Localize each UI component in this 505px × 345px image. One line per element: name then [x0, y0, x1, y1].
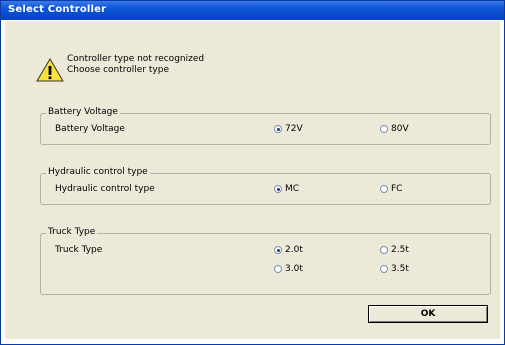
window-title: Select Controller — [8, 4, 107, 15]
dialog-client-area: Controller type not recognized Choose co… — [5, 21, 500, 339]
radio-label-3-5t: 3.5t — [391, 264, 409, 274]
radio-label-72v: 72V — [285, 124, 303, 134]
radio-dot — [380, 246, 388, 254]
radio-dot — [380, 125, 388, 133]
radio-mc[interactable]: MC — [274, 184, 299, 194]
battery-voltage-label: Battery Voltage — [55, 124, 125, 134]
hydraulic-control-label: Hydraulic control type — [55, 184, 155, 194]
group-title-battery-voltage: Battery Voltage — [46, 107, 120, 117]
hydraulic-control-group: Hydraulic control type Hydraulic control… — [40, 167, 491, 205]
radio-label-80v: 80V — [391, 124, 409, 134]
radio-dot — [274, 265, 282, 273]
radio-label-2-5t: 2.5t — [391, 245, 409, 255]
group-title-truck-type: Truck Type — [46, 227, 98, 237]
select-controller-window: Select Controller Controller type not re… — [0, 0, 505, 345]
message-line-1: Controller type not recognized — [67, 54, 205, 64]
radio-label-mc: MC — [285, 184, 300, 194]
radio-72v[interactable]: 72V — [274, 124, 303, 134]
radio-3-5t[interactable]: 3.5t — [380, 264, 409, 274]
radio-dot — [274, 246, 282, 254]
battery-voltage-group: Battery Voltage Battery Voltage 72V 80V — [40, 107, 491, 145]
radio-2-0t[interactable]: 2.0t — [274, 245, 303, 255]
group-title-hydraulic-control: Hydraulic control type — [46, 167, 150, 177]
radio-dot — [274, 185, 282, 193]
message-line-2: Choose controller type — [67, 65, 169, 75]
warning-icon — [36, 58, 64, 82]
radio-3-0t[interactable]: 3.0t — [274, 264, 303, 274]
radio-dot — [274, 125, 282, 133]
radio-label-3-0t: 3.0t — [285, 264, 303, 274]
truck-type-group: Truck Type Truck Type 2.0t 2.5t 3.0t 3.5… — [40, 227, 491, 295]
radio-dot — [380, 265, 388, 273]
radio-label-2-0t: 2.0t — [285, 245, 303, 255]
radio-label-fc: FC — [391, 184, 403, 194]
radio-fc[interactable]: FC — [380, 184, 402, 194]
truck-type-label: Truck Type — [55, 245, 103, 255]
ok-button[interactable]: OK — [368, 305, 488, 323]
radio-2-5t[interactable]: 2.5t — [380, 245, 409, 255]
radio-dot — [380, 185, 388, 193]
title-bar[interactable]: Select Controller — [1, 1, 504, 20]
radio-80v[interactable]: 80V — [380, 124, 409, 134]
